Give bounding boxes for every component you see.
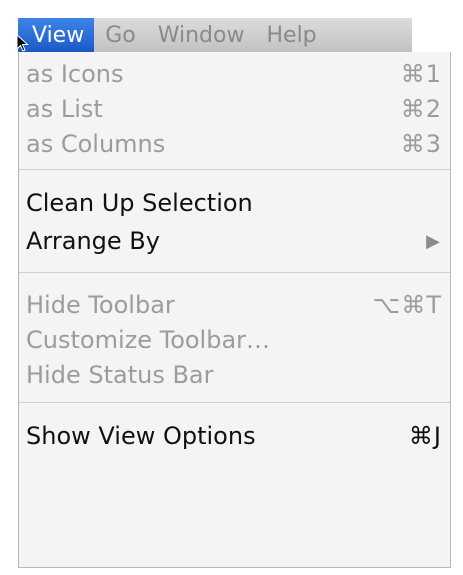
shortcut-label: ⌘J — [408, 422, 442, 450]
menu-item-hide-status-bar[interactable]: Hide Status Bar — [19, 357, 450, 392]
menu-bar: View Go Window Help — [16, 18, 412, 52]
menu-help[interactable]: Help — [255, 18, 327, 52]
menu-item-label: Customize Toolbar… — [26, 325, 271, 354]
menu-window-label: Window — [157, 22, 245, 48]
options-group: Show View Options ⌘J — [19, 403, 450, 455]
menu-item-as-list[interactable]: as List ⌘2 — [19, 91, 450, 126]
menu-go[interactable]: Go — [94, 18, 147, 52]
menu-help-label: Help — [266, 22, 317, 48]
menu-item-label: Hide Status Bar — [26, 360, 214, 389]
shortcut-label: ⌘1 — [400, 59, 442, 88]
menu-go-label: Go — [105, 22, 136, 48]
screen: View Go Window Help as Icons ⌘1 as List … — [0, 0, 463, 575]
menu-item-arrange-by[interactable]: Arrange By ▶ — [19, 222, 450, 260]
menu-item-customize-toolbar[interactable]: Customize Toolbar… — [19, 322, 450, 357]
menu-window[interactable]: Window — [147, 18, 256, 52]
arrange-group: Clean Up Selection Arrange By ▶ — [19, 170, 450, 272]
menu-item-show-view-options[interactable]: Show View Options ⌘J — [19, 417, 450, 455]
menu-item-as-columns[interactable]: as Columns ⌘3 — [19, 126, 450, 161]
mouse-pointer-icon — [16, 34, 29, 52]
menu-item-clean-up-selection[interactable]: Clean Up Selection — [19, 184, 450, 222]
menu-item-as-icons[interactable]: as Icons ⌘1 — [19, 56, 450, 91]
view-mode-group: as Icons ⌘1 as List ⌘2 as Columns ⌘3 — [19, 52, 450, 169]
toolbar-group: Hide Toolbar ⌥⌘T Customize Toolbar… Hide… — [19, 273, 450, 402]
shortcut-label: ⌘2 — [400, 94, 442, 123]
menu-view[interactable]: View — [16, 18, 95, 52]
menu-item-label: Show View Options — [26, 422, 256, 450]
view-dropdown-menu: as Icons ⌘1 as List ⌘2 as Columns ⌘3 Cle… — [18, 52, 451, 568]
shortcut-label: ⌥⌘T — [372, 290, 442, 319]
menu-item-label: as List — [26, 94, 103, 123]
menu-view-label: View — [32, 22, 85, 48]
menu-item-label: as Icons — [26, 59, 124, 88]
menu-item-label: Hide Toolbar — [26, 290, 175, 319]
menu-item-label: Clean Up Selection — [26, 189, 253, 217]
menu-item-label: as Columns — [26, 129, 166, 158]
shortcut-label: ⌘3 — [400, 129, 442, 158]
menu-item-label: Arrange By — [26, 227, 160, 255]
submenu-arrow-icon: ▶ — [426, 230, 440, 252]
menu-item-hide-toolbar[interactable]: Hide Toolbar ⌥⌘T — [19, 287, 450, 322]
